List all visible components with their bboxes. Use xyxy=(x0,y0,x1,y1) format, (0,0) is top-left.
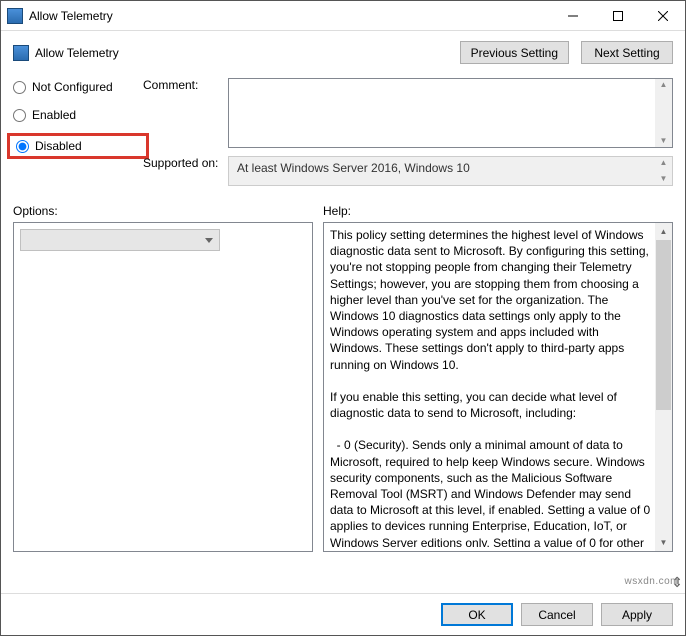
radio-disabled[interactable]: Disabled xyxy=(7,133,149,159)
footer: OK Cancel Apply xyxy=(1,593,685,635)
options-combobox[interactable] xyxy=(20,229,220,251)
window-title: Allow Telemetry xyxy=(29,9,550,23)
supported-on-value: At least Windows Server 2016, Windows 10 xyxy=(237,161,470,175)
radio-not-configured-input[interactable] xyxy=(13,81,26,94)
ok-button[interactable]: OK xyxy=(441,603,513,626)
help-text: This policy setting determines the highe… xyxy=(330,227,652,547)
titlebar: Allow Telemetry xyxy=(1,1,685,31)
options-label: Options: xyxy=(13,204,323,218)
minimize-button[interactable] xyxy=(550,1,595,31)
radio-not-configured[interactable]: Not Configured xyxy=(13,80,143,94)
help-scrollbar[interactable]: ▲▼ xyxy=(655,223,672,551)
policy-title: Allow Telemetry xyxy=(35,46,119,60)
help-label: Help: xyxy=(323,204,351,218)
supported-scrollbar[interactable]: ▲▼ xyxy=(655,157,672,185)
radio-enabled-input[interactable] xyxy=(13,109,26,122)
radio-disabled-label: Disabled xyxy=(35,139,82,153)
radio-enabled[interactable]: Enabled xyxy=(13,108,143,122)
supported-on-field: At least Windows Server 2016, Windows 10… xyxy=(228,156,673,186)
radio-not-configured-label: Not Configured xyxy=(32,80,113,94)
close-button[interactable] xyxy=(640,1,685,31)
radio-disabled-input[interactable] xyxy=(16,140,29,153)
previous-setting-button[interactable]: Previous Setting xyxy=(460,41,569,64)
comment-label: Comment: xyxy=(143,78,228,92)
supported-on-label: Supported on: xyxy=(143,156,228,170)
policy-icon xyxy=(13,45,29,61)
help-pane: This policy setting determines the highe… xyxy=(323,222,673,552)
watermark: wsxdn.com xyxy=(624,576,679,587)
maximize-button[interactable] xyxy=(595,1,640,31)
header: Allow Telemetry Previous Setting Next Se… xyxy=(1,31,685,78)
app-icon xyxy=(7,8,23,24)
apply-button[interactable]: Apply xyxy=(601,603,673,626)
cancel-button[interactable]: Cancel xyxy=(521,603,593,626)
comment-textarea[interactable]: ▲▼ xyxy=(228,78,673,148)
radio-enabled-label: Enabled xyxy=(32,108,76,122)
comment-scrollbar[interactable]: ▲▼ xyxy=(655,79,672,147)
next-setting-button[interactable]: Next Setting xyxy=(581,41,673,64)
options-pane xyxy=(13,222,313,552)
